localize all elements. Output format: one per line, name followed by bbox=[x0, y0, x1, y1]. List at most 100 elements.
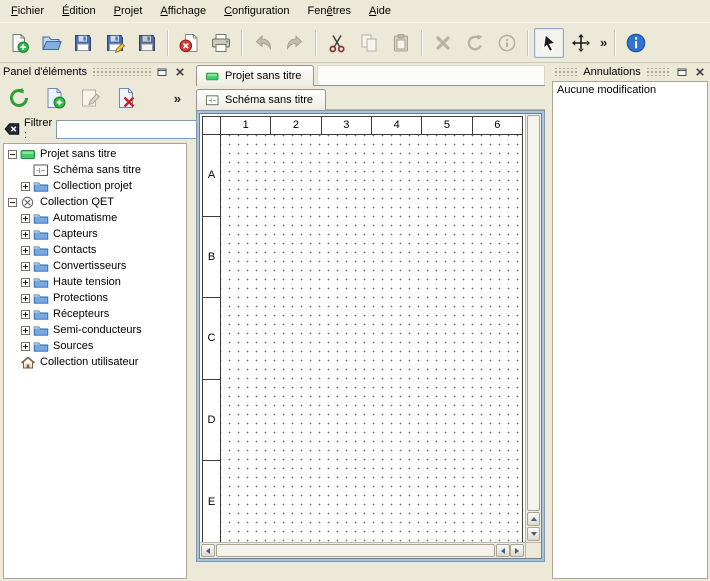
move-mode-button[interactable] bbox=[566, 28, 596, 58]
elements-panel-titlebar[interactable]: Panel d'éléments bbox=[0, 63, 190, 80]
paste-button[interactable] bbox=[386, 28, 416, 58]
expand-icon[interactable] bbox=[21, 278, 30, 287]
rotate-button[interactable] bbox=[460, 28, 490, 58]
tree-item-label: Contacts bbox=[53, 244, 96, 256]
undo-button[interactable] bbox=[248, 28, 278, 58]
expand-icon[interactable] bbox=[21, 342, 30, 351]
expand-icon[interactable] bbox=[21, 214, 30, 223]
tab-projet-sans-titre[interactable]: Projet sans titre bbox=[196, 65, 314, 86]
diagram-view-frame: 1 2 3 4 5 6 A B C bbox=[196, 110, 545, 562]
horizontal-scrollbar[interactable] bbox=[200, 542, 525, 558]
save-as-button[interactable] bbox=[100, 28, 130, 58]
select-mode-button[interactable] bbox=[534, 28, 564, 58]
expand-icon[interactable] bbox=[21, 230, 30, 239]
filter-input[interactable] bbox=[56, 120, 206, 139]
ruler-row-label: D bbox=[203, 380, 220, 462]
save-all-button[interactable] bbox=[132, 28, 162, 58]
toolbar-separator bbox=[167, 30, 169, 56]
print-button[interactable] bbox=[206, 28, 236, 58]
menu-fichier[interactable]: Fichier bbox=[2, 2, 53, 20]
tree-item-label: Collection QET bbox=[40, 196, 114, 208]
tree-item-capteurs[interactable]: Capteurs bbox=[4, 226, 186, 242]
float-dock-button[interactable] bbox=[155, 65, 169, 78]
delete-element-button[interactable] bbox=[112, 83, 142, 113]
float-dock-button[interactable] bbox=[675, 65, 689, 78]
folder-icon bbox=[33, 244, 49, 257]
arrow-down-icon bbox=[531, 532, 537, 536]
close-icon bbox=[175, 67, 185, 77]
menu-bar: Fichier Édition Projet Affichage Configu… bbox=[0, 0, 710, 22]
close-dock-button[interactable] bbox=[693, 65, 707, 78]
undo-panel-titlebar[interactable]: Annulations bbox=[550, 63, 710, 80]
tree-item-protections[interactable]: Protections bbox=[4, 290, 186, 306]
move-arrows-icon bbox=[570, 32, 592, 54]
redo-button[interactable] bbox=[280, 28, 310, 58]
cut-button[interactable] bbox=[322, 28, 352, 58]
toolbar-overflow-button[interactable]: » bbox=[597, 35, 610, 50]
tree-item-recepteurs[interactable]: Récepteurs bbox=[4, 306, 186, 322]
scroll-up-button[interactable] bbox=[527, 512, 540, 526]
tree-item-collection-utilisateur[interactable]: Collection utilisateur bbox=[4, 354, 186, 370]
expand-icon[interactable] bbox=[21, 294, 30, 303]
expand-icon[interactable] bbox=[21, 246, 30, 255]
menu-affichage[interactable]: Affichage bbox=[151, 2, 215, 20]
new-document-button[interactable] bbox=[4, 28, 34, 58]
arrow-right-icon bbox=[515, 548, 519, 554]
menu-edition[interactable]: Édition bbox=[53, 2, 105, 20]
menu-fenetres[interactable]: Fenêtres bbox=[299, 2, 360, 20]
tab-schema-sans-titre[interactable]: Schéma sans titre bbox=[196, 89, 326, 110]
tree-item-collection-projet[interactable]: Collection projet bbox=[4, 178, 186, 194]
reload-collections-button[interactable] bbox=[4, 83, 34, 113]
expand-icon[interactable] bbox=[21, 262, 30, 271]
scroll-left-button-2[interactable] bbox=[496, 544, 510, 557]
cut-icon bbox=[326, 32, 348, 54]
delete-button[interactable] bbox=[428, 28, 458, 58]
clear-filter-button[interactable] bbox=[4, 121, 20, 137]
expand-icon[interactable] bbox=[21, 182, 30, 191]
undo-panel-title: Annulations bbox=[583, 66, 641, 78]
menu-projet[interactable]: Projet bbox=[105, 2, 152, 20]
tree-item-automatisme[interactable]: Automatisme bbox=[4, 210, 186, 226]
scroll-down-button[interactable] bbox=[527, 527, 540, 541]
copy-button[interactable] bbox=[354, 28, 384, 58]
about-button[interactable] bbox=[621, 28, 651, 58]
tree-item-haute-tension[interactable]: Haute tension bbox=[4, 274, 186, 290]
vertical-scrollbar[interactable] bbox=[525, 114, 541, 542]
ruler-column-label: 1 bbox=[221, 117, 271, 134]
diagram-canvas[interactable] bbox=[221, 135, 522, 542]
elements-tree: Projet sans titre Schéma sans titre Coll… bbox=[3, 143, 187, 579]
scroll-right-button[interactable] bbox=[510, 544, 524, 557]
new-element-button[interactable] bbox=[40, 83, 70, 113]
tree-item-label: Automatisme bbox=[53, 212, 117, 224]
horizontal-scrollbar-thumb[interactable] bbox=[216, 544, 495, 557]
collapse-icon[interactable] bbox=[8, 198, 17, 207]
tree-item-contacts[interactable]: Contacts bbox=[4, 242, 186, 258]
new-element-icon bbox=[43, 86, 67, 110]
toolbar-separator bbox=[421, 30, 423, 56]
vertical-scrollbar-thumb[interactable] bbox=[527, 115, 540, 511]
save-button[interactable] bbox=[68, 28, 98, 58]
project-icon bbox=[20, 148, 36, 161]
panel-overflow-button[interactable]: » bbox=[171, 91, 184, 106]
edit-element-button[interactable] bbox=[76, 83, 106, 113]
about-info-icon bbox=[625, 32, 647, 54]
undo-history-list[interactable]: Aucune modification bbox=[552, 81, 708, 579]
properties-button[interactable] bbox=[492, 28, 522, 58]
close-dock-button[interactable] bbox=[173, 65, 187, 78]
collapse-icon[interactable] bbox=[8, 150, 17, 159]
menu-aide[interactable]: Aide bbox=[360, 2, 400, 20]
expand-icon[interactable] bbox=[21, 310, 30, 319]
tree-item-convertisseurs[interactable]: Convertisseurs bbox=[4, 258, 186, 274]
tree-item-sources[interactable]: Sources bbox=[4, 338, 186, 354]
tree-item-collection-qet[interactable]: Collection QET bbox=[4, 194, 186, 210]
tab-bar-empty-area bbox=[317, 65, 545, 85]
folder-icon bbox=[33, 308, 49, 321]
tree-item-schema-sans-titre[interactable]: Schéma sans titre bbox=[4, 162, 186, 178]
expand-icon[interactable] bbox=[21, 326, 30, 335]
close-file-button[interactable] bbox=[174, 28, 204, 58]
open-button[interactable] bbox=[36, 28, 66, 58]
scroll-left-button[interactable] bbox=[201, 544, 215, 557]
tree-item-semi-conducteurs[interactable]: Semi-conducteurs bbox=[4, 322, 186, 338]
tree-item-projet-sans-titre[interactable]: Projet sans titre bbox=[4, 146, 186, 162]
menu-configuration[interactable]: Configuration bbox=[215, 2, 298, 20]
